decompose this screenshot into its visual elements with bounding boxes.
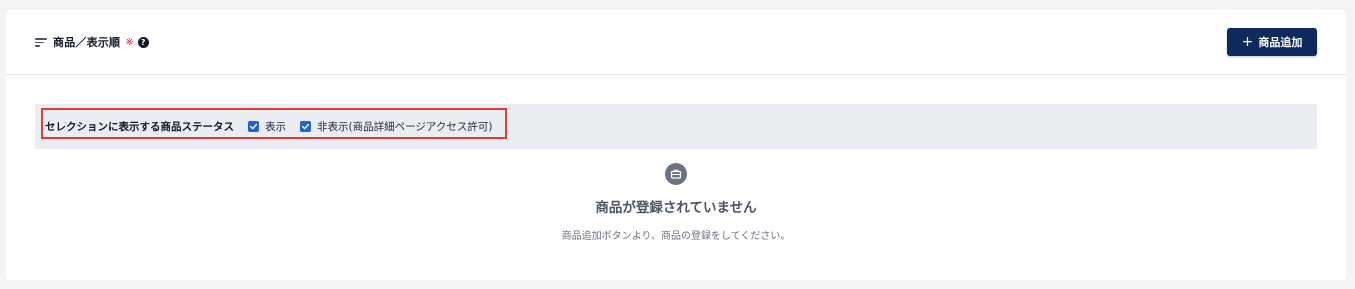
status-option-label: 表示: [265, 121, 286, 133]
check-icon: [302, 123, 310, 130]
help-circle-icon[interactable]: ?: [137, 36, 149, 48]
status-option-hidden[interactable]: 非表示(商品詳細ページアクセス許可): [300, 119, 492, 134]
required-mark: ※: [125, 36, 134, 48]
check-icon: [250, 123, 258, 130]
status-option-label: 非表示(商品詳細ページアクセス許可): [317, 121, 493, 133]
sort-icon: [35, 37, 47, 47]
checkbox-checked[interactable]: [300, 121, 311, 132]
checkbox-checked[interactable]: [248, 121, 259, 132]
empty-state: 商品が登録されていません 商品追加ボタンより、商品の登録をしてください。: [6, 163, 1346, 242]
status-filter-label: セレクションに表示する商品ステータス: [45, 121, 234, 133]
empty-state-title: 商品が登録されていません: [595, 200, 757, 216]
status-option-visible[interactable]: 表示: [248, 119, 286, 134]
add-product-button-label: 商品追加: [1258, 36, 1303, 49]
product-display-order-card: 商品／表示順 ※ ? + 商品追加 セレクションに表示する商品ステータス 表示: [6, 10, 1346, 280]
briefcase-icon: [665, 163, 687, 185]
card-header: 商品／表示順 ※ ? + 商品追加: [6, 10, 1346, 75]
add-product-button[interactable]: + 商品追加: [1227, 28, 1317, 56]
status-filter-bar: セレクションに表示する商品ステータス 表示 非表示(商品詳細ページアクセス許可): [35, 104, 1317, 149]
empty-state-description: 商品追加ボタンより、商品の登録をしてください。: [561, 231, 791, 242]
page-title: 商品／表示順: [53, 36, 121, 49]
section-title: 商品／表示順 ※ ?: [35, 35, 149, 49]
plus-icon: +: [1241, 34, 1254, 50]
status-filter-row: セレクションに表示する商品ステータス 表示 非表示(商品詳細ページアクセス許可): [45, 104, 506, 149]
